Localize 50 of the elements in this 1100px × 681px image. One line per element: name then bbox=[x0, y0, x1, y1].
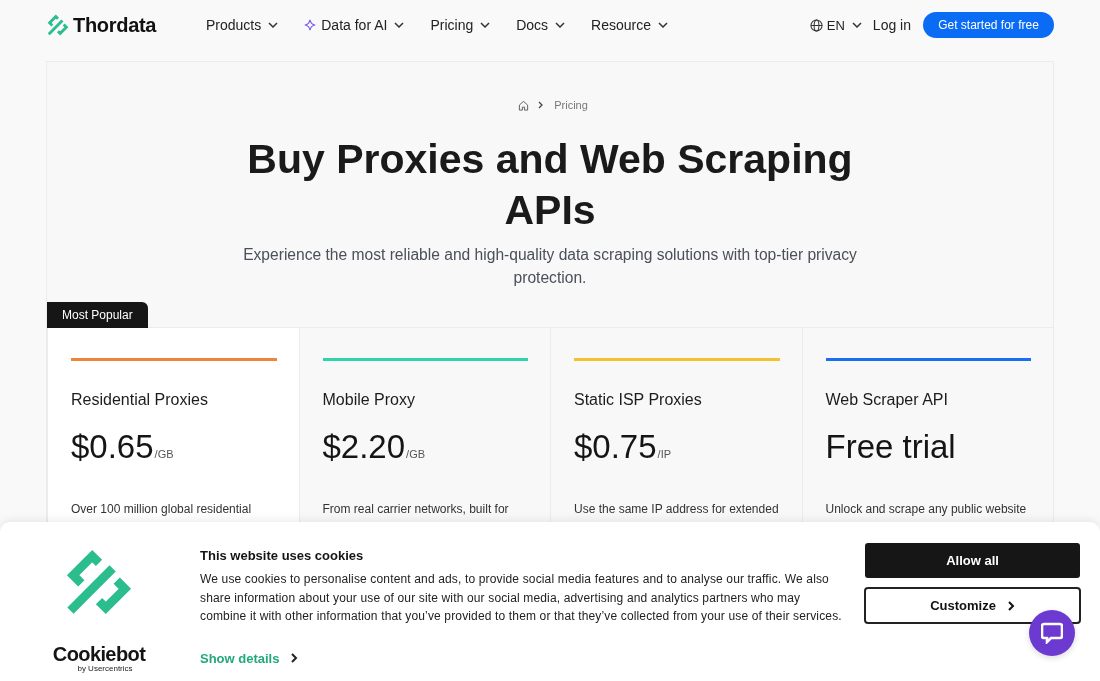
plan-price: $0.65 bbox=[71, 427, 154, 467]
caret-down-icon bbox=[268, 22, 279, 28]
logo-icon bbox=[65, 548, 133, 616]
plan-name: Mobile Proxy bbox=[322, 390, 416, 410]
plan-price: $2.20 bbox=[322, 427, 406, 467]
plan-description: Over 100 million global residential bbox=[71, 501, 253, 518]
plan-description: From real carrier networks, built for bbox=[322, 501, 510, 518]
language-selector[interactable]: EN bbox=[809, 12, 862, 38]
plan-description: Use the same IP address for extended bbox=[574, 501, 780, 518]
page-subtitle: Experience the most reliable and high-quality data scraping solutions with top-tier privacy protection. bbox=[242, 245, 858, 288]
price-unit: /IP bbox=[657, 448, 672, 460]
chevron-right-icon bbox=[291, 653, 299, 663]
breadcrumb-link[interactable]: Pricing bbox=[554, 99, 588, 111]
caret-down-icon bbox=[851, 22, 862, 28]
plan-name: Static ISP Proxies bbox=[574, 390, 703, 410]
nav-menu-item[interactable]: Resource bbox=[591, 12, 669, 38]
caret-down-icon bbox=[658, 22, 669, 28]
plan-price: $0.75 bbox=[574, 427, 657, 467]
nav-menu-item[interactable]: Products bbox=[206, 12, 279, 38]
chevron-right-icon bbox=[1007, 600, 1015, 611]
cookie-title: This website uses cookies bbox=[200, 547, 365, 564]
provider-name: Cookiebot bbox=[52, 644, 146, 664]
speech-bubble-icon bbox=[1041, 622, 1063, 644]
caret-down-icon bbox=[480, 22, 491, 28]
caret-down-icon bbox=[555, 22, 566, 28]
brand-name: Thordata bbox=[73, 13, 157, 37]
nav-menu-item[interactable]: Pricing bbox=[430, 12, 491, 38]
get-started-button[interactable]: Get started for free bbox=[923, 12, 1054, 38]
price-unit: /GB bbox=[406, 448, 426, 460]
chevron-right-icon bbox=[538, 101, 544, 109]
plan-price: Free trial bbox=[825, 427, 956, 467]
provider-tagline: by Usercentrics bbox=[77, 664, 133, 673]
home-icon bbox=[518, 99, 530, 111]
nav-menu-item[interactable]: Docs bbox=[516, 12, 566, 38]
globe-icon bbox=[809, 18, 823, 32]
login-link[interactable]: Log in bbox=[872, 12, 911, 38]
price-unit: /GB bbox=[154, 448, 174, 460]
plan-description: Unlock and scrape any public website bbox=[825, 501, 1028, 518]
plan-name: Residential Proxies bbox=[71, 390, 209, 410]
plan-name: Web Scraper API bbox=[825, 390, 949, 410]
home-link[interactable] bbox=[518, 99, 530, 111]
caret-down-icon bbox=[394, 22, 405, 28]
nav-menu-item[interactable]: Data for AI bbox=[304, 12, 405, 38]
page-title: Buy Proxies and Web Scraping APIs bbox=[246, 135, 854, 235]
popular-tag: Most Popular bbox=[47, 302, 148, 328]
sparkle-icon bbox=[304, 19, 317, 31]
cookie-text: We use cookies to personalise content and ads, to provide social media features and to analyse our traffic. We also share information about your use of our site with our social media, advertising and analytics partners who may combine it with other information that you’ve provided to them or that they’ve collected from your use of their services. bbox=[200, 571, 843, 625]
customize-button[interactable]: Customize bbox=[864, 587, 1081, 624]
logo-icon bbox=[47, 14, 69, 36]
allow-all-button[interactable]: Allow all bbox=[865, 543, 1080, 578]
